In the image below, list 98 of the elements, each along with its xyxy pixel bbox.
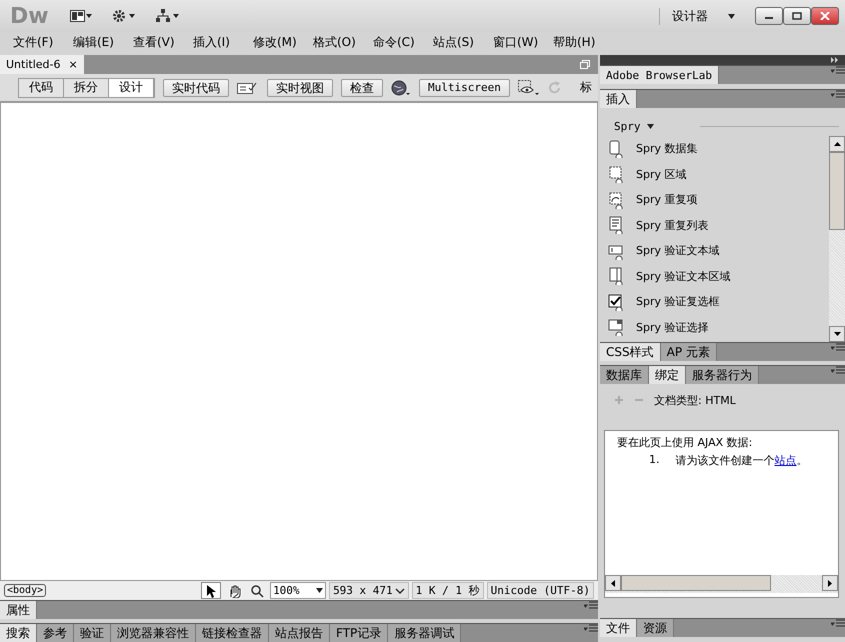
download-size-text: 1 K / 1 秒 <box>412 582 484 599</box>
insert-item[interactable]: Spry 验证文本区域 <box>608 264 829 289</box>
window-size-select[interactable]: 593 x 471 <box>329 582 409 599</box>
panel-tab[interactable]: 文件 <box>600 619 637 637</box>
panel-tab[interactable]: 数据库 <box>600 366 649 384</box>
close-icon <box>820 12 830 20</box>
panel-tab[interactable]: 参考 <box>37 624 74 642</box>
title-label: 标 <box>580 79 592 96</box>
view-tab[interactable]: 代码 <box>19 78 64 96</box>
site-link[interactable]: 站点 <box>774 454 796 467</box>
panel-menu-icon[interactable] <box>831 366 845 376</box>
panel-tab[interactable]: FTP记录 <box>330 624 388 642</box>
close-button[interactable] <box>811 7 839 25</box>
panel-tab[interactable]: 搜索 <box>0 624 37 642</box>
panel-menu-icon[interactable] <box>584 624 598 634</box>
minimize-button[interactable] <box>755 7 783 25</box>
live-code-button[interactable]: 实时代码 <box>163 78 229 96</box>
close-icon[interactable]: × <box>68 58 78 71</box>
restore-icon[interactable] <box>580 60 590 69</box>
maximize-button[interactable] <box>783 7 811 25</box>
scroll-down-icon[interactable] <box>829 326 845 342</box>
scroll-right-icon[interactable] <box>822 575 838 591</box>
panel-tab[interactable]: Adobe BrowserLab <box>600 66 719 84</box>
pointer-tool-icon[interactable] <box>201 582 222 599</box>
panel-tab[interactable]: 服务器行为 <box>686 366 759 384</box>
inspect-button[interactable]: 检查 <box>341 78 383 96</box>
view-tab[interactable]: 拆分 <box>64 78 109 96</box>
tab-title: Untitled-6 <box>6 58 60 71</box>
menu-item[interactable]: 文件(F) <box>6 34 66 50</box>
widget-icon <box>608 165 624 184</box>
maximize-icon <box>792 12 802 20</box>
menu-item[interactable]: 编辑(E) <box>66 34 126 50</box>
menu-item[interactable]: 查看(V) <box>126 34 186 50</box>
insert-item[interactable]: Spry 数据集 <box>608 136 829 162</box>
document-tab[interactable]: Untitled-6 × <box>0 55 84 74</box>
panel-tab[interactable]: 属性 <box>0 601 37 619</box>
widget-icon <box>608 267 624 286</box>
panel-menu-icon[interactable] <box>831 343 845 353</box>
multiscreen-button[interactable]: Multiscreen <box>419 78 510 96</box>
panel-menu-icon[interactable] <box>831 619 845 629</box>
insert-item[interactable]: Spry 验证选择 <box>608 314 829 340</box>
layout-menu-icon[interactable] <box>70 10 92 22</box>
document-type-text: 文档类型: HTML <box>654 392 736 408</box>
panel-tab[interactable]: 验证 <box>74 624 111 642</box>
insert-item[interactable]: Spry 重复列表 <box>608 212 829 238</box>
menu-item[interactable]: 插入(I) <box>186 34 246 50</box>
menu-item[interactable]: 修改(M) <box>246 34 306 50</box>
widget-icon <box>608 318 624 336</box>
panel-tab[interactable]: 插入 <box>600 90 637 108</box>
panel-tab[interactable]: 浏览器兼容性 <box>111 624 196 642</box>
site-menu-icon[interactable] <box>156 9 180 23</box>
scrollbar-thumb[interactable] <box>829 152 845 230</box>
globe-icon[interactable] <box>391 80 411 96</box>
checklist-icon[interactable] <box>237 80 259 94</box>
panel-menu-icon[interactable] <box>584 601 598 611</box>
step-text: 请为该文件创建一个站点。 <box>676 453 808 468</box>
caret-icon <box>316 588 324 593</box>
menu-item[interactable]: 窗口(W) <box>486 34 546 50</box>
scrollbar-thumb[interactable] <box>621 575 771 591</box>
panel-tab[interactable]: 服务器调试 <box>388 624 462 642</box>
panel-tab[interactable]: 资源 <box>637 619 674 637</box>
panel-tab[interactable]: CSS样式 <box>600 343 661 361</box>
panel-tab[interactable]: 链接检查器 <box>196 624 269 642</box>
gear-icon[interactable] <box>112 9 136 23</box>
panel-tab[interactable]: 站点报告 <box>269 624 330 642</box>
menu-item[interactable]: 格式(O) <box>306 34 366 50</box>
collapse-icon[interactable] <box>831 57 839 63</box>
panel-menu-icon[interactable] <box>831 90 845 100</box>
info-text: 要在此页上使用 AJAX 数据: <box>616 435 754 450</box>
view-tab[interactable]: 设计 <box>109 78 154 96</box>
app-logo: Dw <box>10 4 50 28</box>
category-select[interactable]: Spry <box>614 120 640 132</box>
insert-item[interactable]: Spry 重复项 <box>608 187 829 212</box>
widget-icon <box>608 190 624 209</box>
widget-icon <box>608 140 624 158</box>
scroll-up-icon[interactable] <box>829 136 845 152</box>
scroll-left-icon[interactable] <box>605 575 621 591</box>
panel-tab[interactable]: 绑定 <box>649 366 686 384</box>
widget-icon <box>608 292 624 311</box>
panel-tab[interactable]: AP 元素 <box>660 343 717 361</box>
workspace-switcher[interactable]: 设计器 <box>659 8 708 24</box>
zoom-select[interactable]: 100% <box>270 582 326 599</box>
preview-eye-icon[interactable] <box>518 80 540 96</box>
insert-item[interactable]: Spry 区域 <box>608 162 829 187</box>
tag-selector[interactable]: <body> <box>4 584 46 597</box>
panel-menu-icon[interactable] <box>831 66 845 76</box>
live-view-button[interactable]: 实时视图 <box>267 78 333 96</box>
menu-item[interactable]: 命令(C) <box>366 34 426 50</box>
insert-item[interactable]: Spry 验证复选框 <box>608 289 829 314</box>
caret-icon <box>728 14 735 18</box>
caret-icon <box>646 124 654 128</box>
insert-item[interactable]: Spry 验证文本域 <box>608 238 829 264</box>
caret-icon <box>394 588 405 594</box>
widget-icon <box>608 216 624 234</box>
encoding-text: Unicode (UTF-8) <box>486 582 594 599</box>
menu-item[interactable]: 帮助(H) <box>546 34 606 50</box>
menu-item[interactable]: 站点(S) <box>426 34 486 50</box>
step-number: 1. <box>649 453 660 468</box>
